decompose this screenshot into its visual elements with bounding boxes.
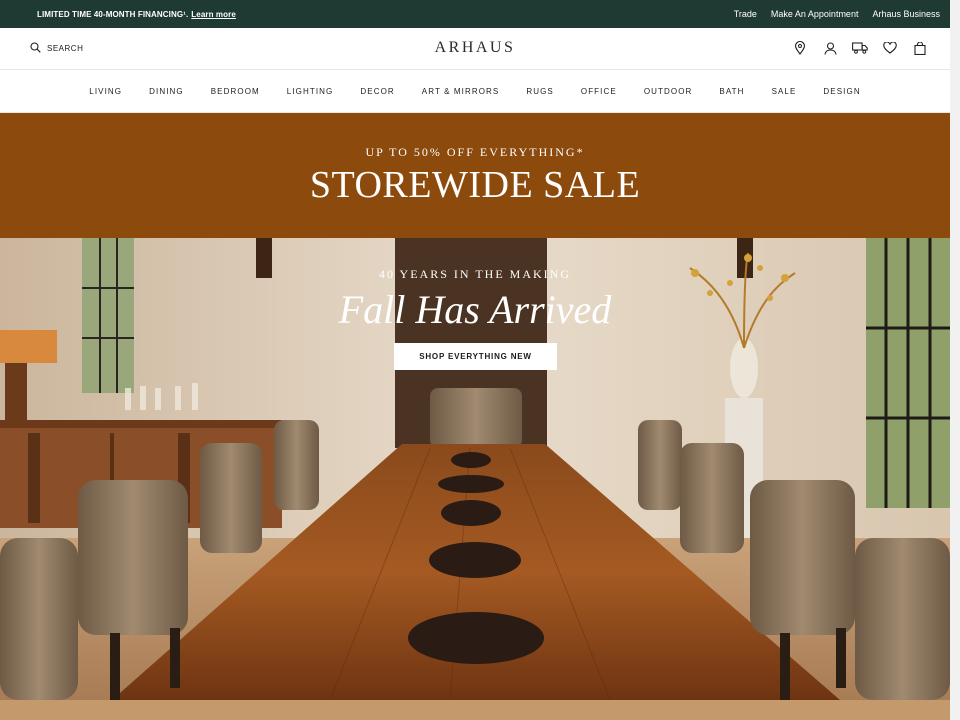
account-icon[interactable] [822,40,838,56]
trade-link[interactable]: Trade [734,9,757,19]
nav-design[interactable]: DESIGN [823,87,860,96]
nav-office[interactable]: OFFICE [581,87,617,96]
learn-more-link[interactable]: Learn more [191,10,236,19]
sale-title: STOREWIDE SALE [309,164,641,206]
next-section-strip [0,700,950,720]
location-pin-icon[interactable] [792,40,808,56]
nav-dining[interactable]: DINING [149,87,184,96]
storewide-sale-banner[interactable]: UP TO 50% OFF EVERYTHING* STOREWIDE SALE [0,113,950,238]
sale-subtitle: UP TO 50% OFF EVERYTHING* [365,145,585,159]
nav-rugs[interactable]: RUGS [526,87,554,96]
hero-headline: Fall Has Arrived [338,287,612,332]
utility-links: Trade Make An Appointment Arhaus Busines… [734,9,940,19]
nav-bath[interactable]: BATH [719,87,744,96]
hero-banner[interactable]: 40 YEARS IN THE MAKING Fall Has Arrived … [0,238,950,700]
shop-everything-new-button[interactable]: SHOP EVERYTHING NEW [394,343,557,370]
make-appointment-link[interactable]: Make An Appointment [771,9,859,19]
header-icons [792,40,928,56]
financing-promo: LIMITED TIME 40-MONTH FINANCING¹. Learn … [37,10,236,19]
scrollbar[interactable] [950,0,960,720]
nav-decor[interactable]: DECOR [360,87,394,96]
arhaus-logo[interactable]: ARHAUS [435,39,516,56]
nav-sale[interactable]: SALE [772,87,797,96]
promo-bar: LIMITED TIME 40-MONTH FINANCING¹. Learn … [0,0,950,28]
site-header: SEARCH ARHAUS [0,28,950,70]
nav-art-mirrors[interactable]: ART & MIRRORS [422,87,500,96]
financing-text: LIMITED TIME 40-MONTH FINANCING¹. [37,9,189,19]
main-navigation: LIVING DINING BEDROOM LIGHTING DECOR ART… [0,70,950,113]
heart-icon[interactable] [882,40,898,56]
nav-living[interactable]: LIVING [89,87,122,96]
delivery-truck-icon[interactable] [852,40,868,56]
hero-eyebrow: 40 YEARS IN THE MAKING [379,267,571,281]
nav-bedroom[interactable]: BEDROOM [211,87,260,96]
arhaus-business-link[interactable]: Arhaus Business [872,9,940,19]
shopping-bag-icon[interactable] [912,40,928,56]
nav-lighting[interactable]: LIGHTING [287,87,334,96]
nav-outdoor[interactable]: OUTDOOR [644,87,693,96]
